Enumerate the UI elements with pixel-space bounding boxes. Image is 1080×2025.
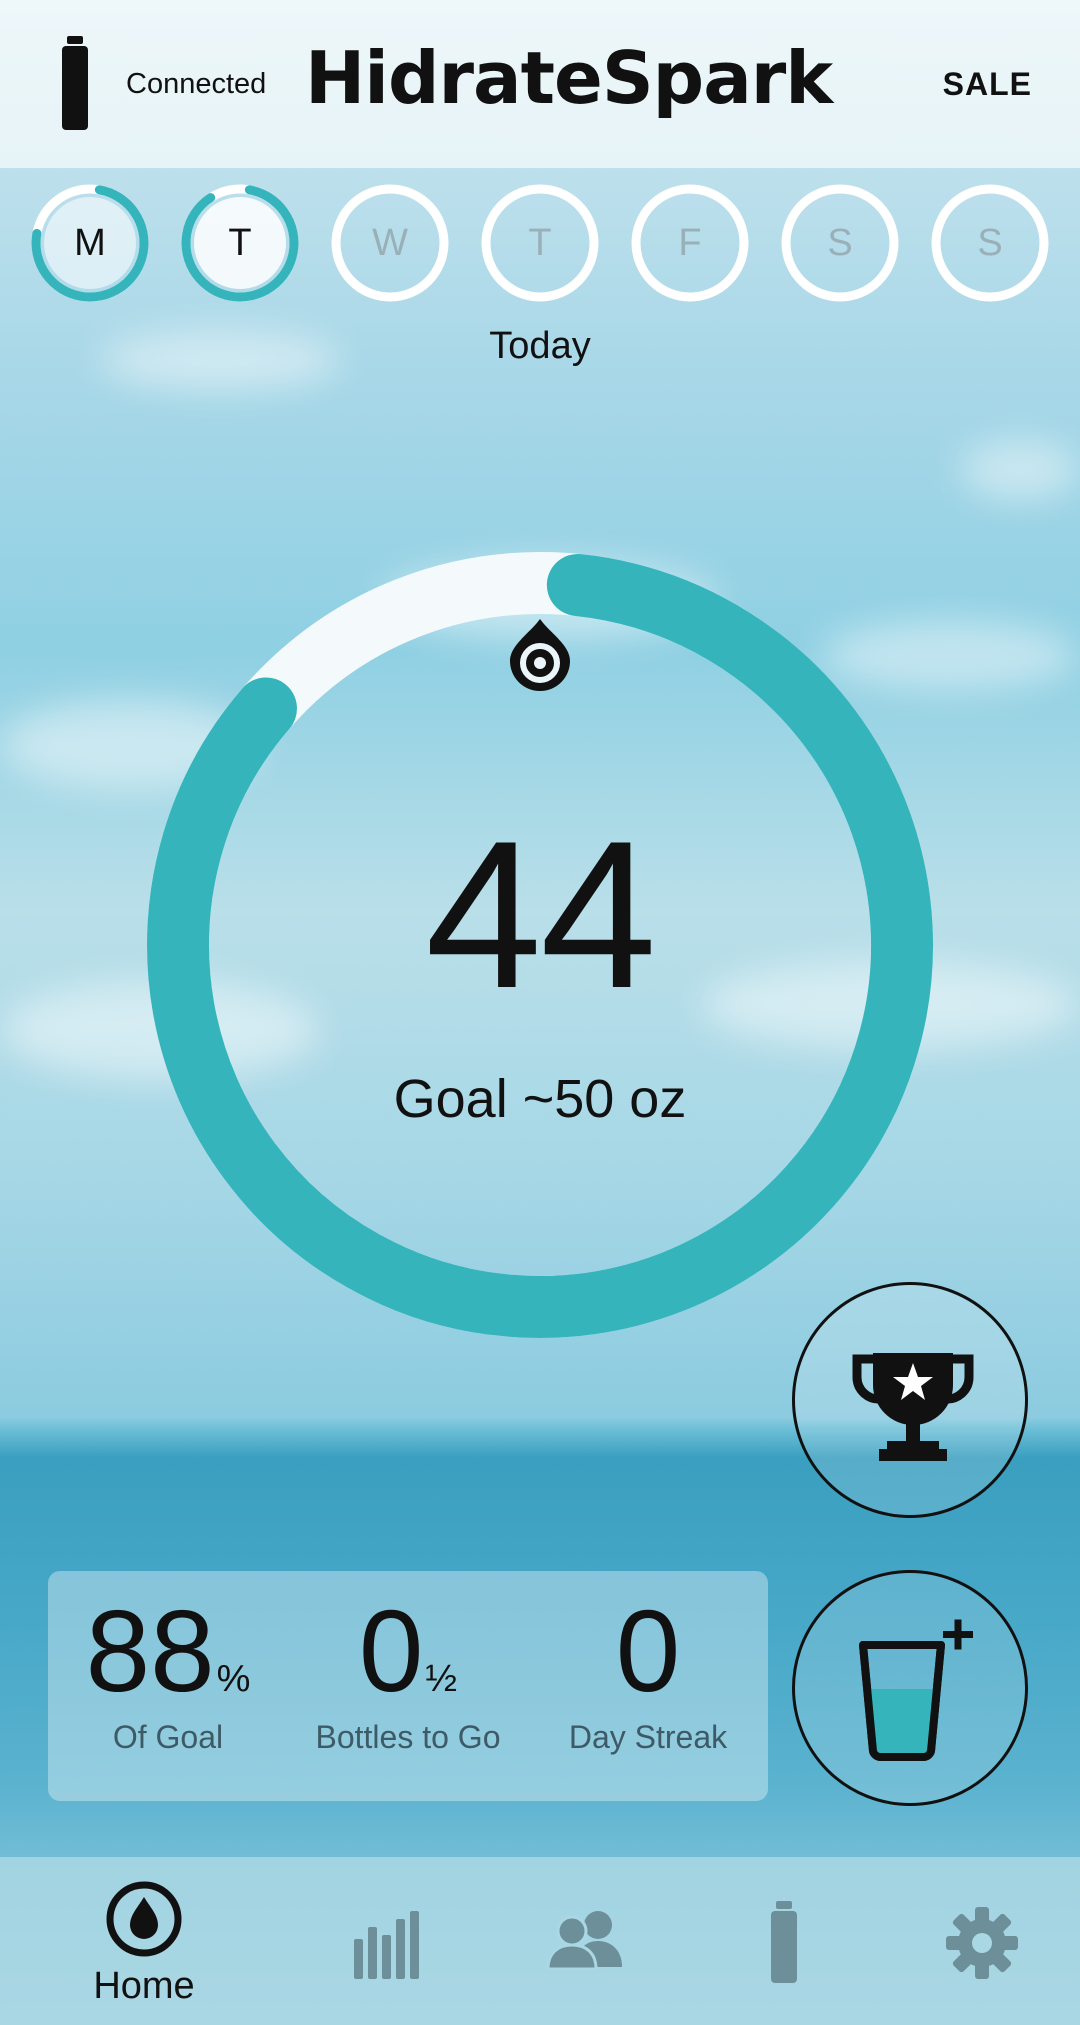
nav-settings[interactable] (874, 1857, 1080, 2025)
bottle-icon (771, 1901, 797, 1983)
day-label: M (74, 222, 106, 264)
bar-chart-icon (354, 1911, 419, 1979)
nav-home[interactable]: Home (36, 1857, 252, 2025)
stat-day-streak: 0 Day Streak (528, 1586, 768, 1756)
trophy-icon (852, 1353, 974, 1461)
day-label: S (977, 222, 1003, 264)
goal-marker-icon (510, 619, 570, 691)
brand-logo: HidrateSpark (305, 36, 833, 120)
streak-value: 0 (615, 1586, 681, 1716)
intake-amount: 44 (425, 797, 657, 1032)
streak-label: Day Streak (568, 1718, 728, 1755)
day-label: W (372, 222, 408, 264)
gear-icon (946, 1907, 1018, 1979)
bottles-fraction: ½ (425, 1658, 458, 1700)
connection-status: Connected (126, 68, 267, 100)
bottom-nav: Home (0, 1857, 1080, 2025)
day-5[interactable]: S (780, 183, 900, 303)
sale-link[interactable]: SALE (943, 66, 1032, 103)
stat-bottles-to-go: 0½ Bottles to Go (288, 1586, 528, 1756)
bottles-value: 0 (358, 1586, 424, 1716)
day-4[interactable]: F (630, 183, 750, 303)
day-3[interactable]: T (480, 183, 600, 303)
app-header: Connected HidrateSpark SALE (0, 0, 1080, 168)
bottle-connection-icon[interactable] (60, 36, 90, 132)
selected-day-caption: Today (489, 325, 591, 367)
nav-home-label: Home (93, 1965, 195, 2007)
day-6[interactable]: S (930, 183, 1050, 303)
nav-friends[interactable] (478, 1857, 694, 2025)
day-label: S (827, 222, 853, 264)
nav-bottle[interactable] (676, 1857, 892, 2025)
day-0[interactable]: M (30, 183, 150, 303)
day-label: T (528, 222, 552, 264)
cup-plus-icon (859, 1619, 973, 1761)
friends-icon (546, 1911, 622, 1971)
of-goal-label: Of Goal (112, 1718, 224, 1755)
goal-text: Goal ~50 oz (393, 1069, 687, 1129)
week-day-selector: MTWTFSS (30, 183, 1050, 303)
bottles-label: Bottles to Go (315, 1718, 501, 1755)
add-drink-button[interactable] (792, 1570, 1028, 1806)
achievements-button[interactable] (792, 1282, 1028, 1518)
of-goal-value: 88 (85, 1586, 215, 1716)
day-2[interactable]: W (330, 183, 450, 303)
drop-icon (106, 1881, 182, 1957)
percent-sign: % (216, 1658, 251, 1700)
stat-of-goal: 88% Of Goal (48, 1586, 288, 1756)
day-1[interactable]: T (180, 183, 300, 303)
stats-panel: 88% Of Goal 0½ Bottles to Go 0 Day Strea… (48, 1571, 768, 1801)
nav-history[interactable] (280, 1857, 496, 2025)
day-label: T (228, 222, 252, 264)
day-label: F (678, 222, 702, 264)
